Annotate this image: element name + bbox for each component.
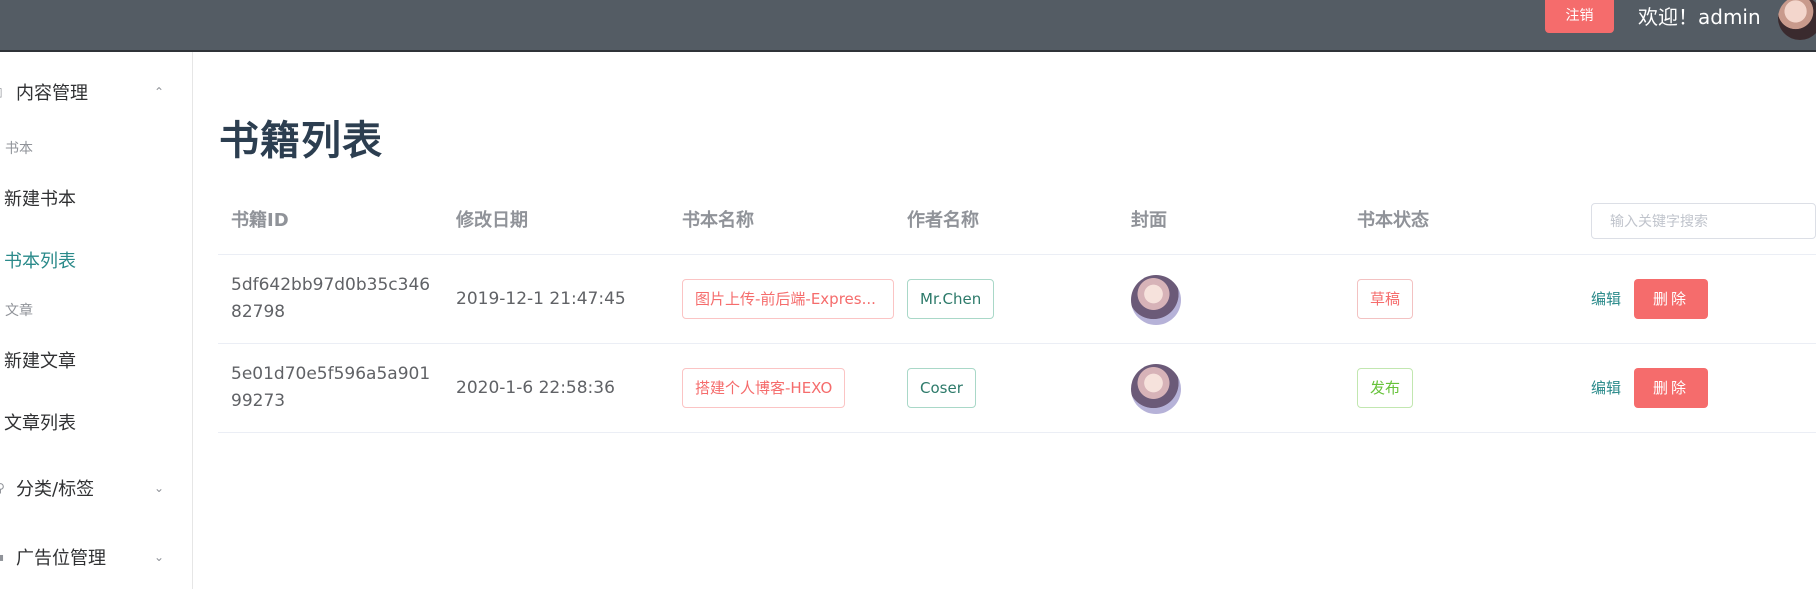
chevron-up-icon: ⌃ [154,85,165,99]
menu-group-label: 内容管理 [16,83,88,104]
menu-group-content[interactable]: ▯ 内容管理 ⌃ [0,64,193,120]
welcome-text: 欢迎！admin [1638,5,1761,29]
book-name-tag: 搭建个人博客-HEXO [682,368,846,408]
column-header-id: 书籍ID [231,210,289,231]
modified-date: 2019-12-1 21:47:45 [456,289,626,309]
top-bar: 注销 欢迎！admin [0,0,1816,52]
chevron-down-icon: ⌄ [154,550,165,564]
delete-button[interactable]: 删除 [1634,368,1708,408]
book-name-tag: 图片上传-前后端-Expres... [682,279,894,319]
book-id: 5df642bb97d0b35c34682798 [231,275,431,322]
sidebar-item-book-list[interactable]: 书本列表 [0,232,193,288]
cover-image [1131,364,1181,414]
cover-image [1131,275,1181,325]
menu-group-label: 分类/标签 [16,479,95,500]
status-tag: 草稿 [1357,279,1414,319]
menu-group-ads[interactable]: ▪ 广告位管理 ⌄ [0,529,193,585]
edit-button[interactable]: 编辑 [1591,377,1621,398]
delete-button[interactable]: 删除 [1634,279,1708,319]
ad-icon: ▪ [0,550,5,564]
status-tag: 发布 [1357,368,1414,408]
menu-group-label: 广告位管理 [16,548,106,569]
sidebar-item-new-book[interactable]: 新建书本 [0,170,193,226]
chevron-down-icon: ⌄ [154,481,165,495]
column-header-status: 书本状态 [1357,210,1429,231]
column-header-name: 书本名称 [682,210,754,231]
table-header: 书籍ID 修改日期 书本名称 作者名称 封面 书本状态 [218,195,1816,255]
column-header-author: 作者名称 [907,210,979,231]
book-table: 书籍ID 修改日期 书本名称 作者名称 封面 书本状态 5df642bb97d0… [218,195,1816,433]
author-tag: Coser [907,368,976,408]
edit-button[interactable]: 编辑 [1591,288,1621,309]
tag-icon: ⚲ [0,481,5,495]
modified-date: 2020-1-6 22:58:36 [456,378,615,398]
author-tag: Mr.Chen [907,279,995,319]
user-avatar[interactable] [1778,0,1816,40]
sidebar-item-article-list[interactable]: 文章列表 [0,394,193,450]
column-header-cover: 封面 [1131,210,1167,231]
sidebar: ▯ 内容管理 ⌃ 书本 新建书本 书本列表 文章 新建文章 文章列表 ⚲ 分类/… [0,52,193,589]
column-header-date: 修改日期 [456,210,528,231]
section-title-books: 书本 [5,141,33,157]
table-row: 5df642bb97d0b35c34682798 2019-12-1 21:47… [218,255,1816,344]
table-row: 5e01d70e5f596a5a90199273 2020-1-6 22:58:… [218,344,1816,433]
search-input[interactable] [1591,203,1816,239]
logout-button[interactable]: 注销 [1545,0,1614,33]
document-icon: ▯ [0,86,6,98]
menu-group-category[interactable]: ⚲ 分类/标签 ⌄ [0,460,193,516]
sidebar-item-new-article[interactable]: 新建文章 [0,332,193,388]
book-id: 5e01d70e5f596a5a90199273 [231,364,431,411]
section-title-articles: 文章 [5,303,33,319]
page-title: 书籍列表 [219,118,383,164]
